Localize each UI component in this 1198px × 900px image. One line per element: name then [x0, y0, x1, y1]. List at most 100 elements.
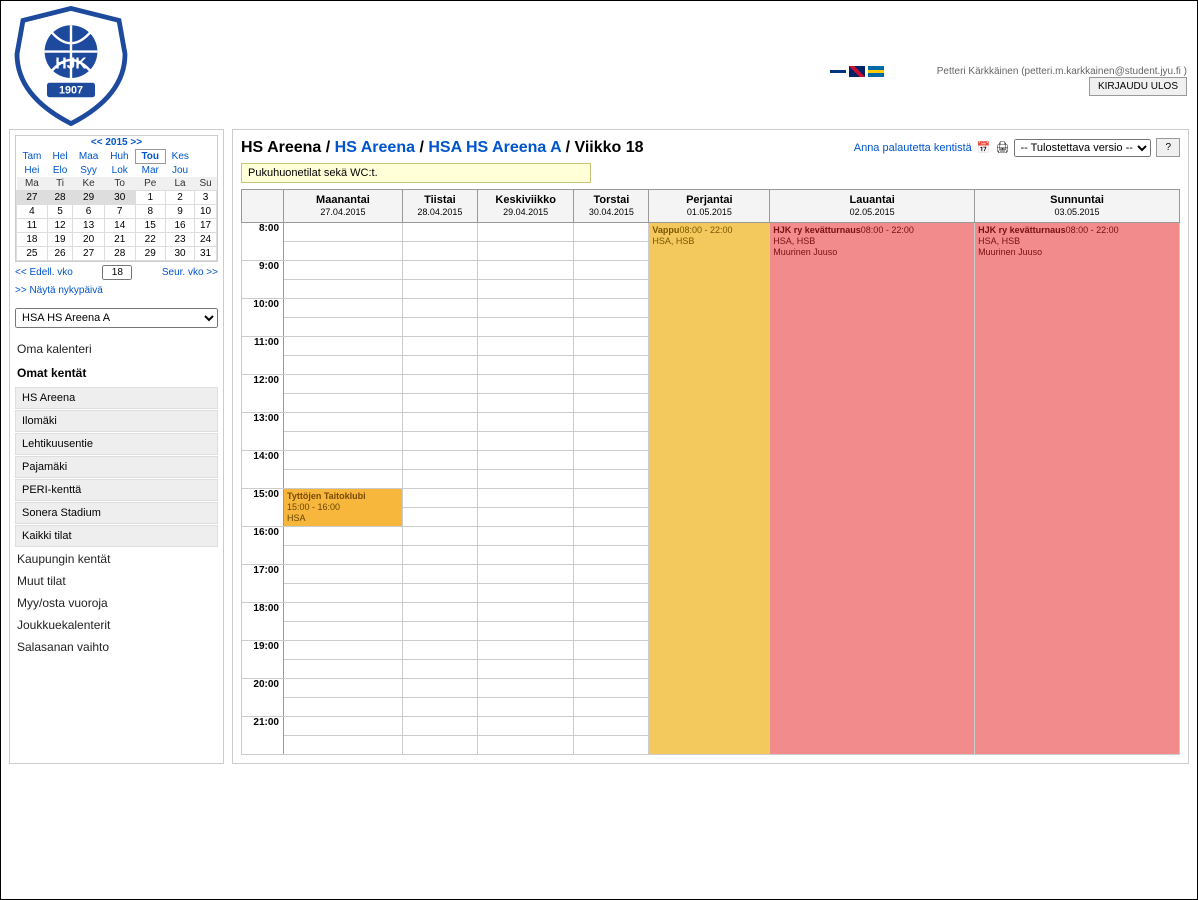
- cal-day[interactable]: 31: [195, 247, 217, 261]
- calendar-slot[interactable]: [402, 470, 477, 489]
- sidebar-field-item[interactable]: HS Areena: [15, 387, 218, 409]
- calendar-slot[interactable]: [477, 356, 574, 375]
- calendar-slot[interactable]: [402, 717, 477, 736]
- calendar-slot[interactable]: [477, 375, 574, 394]
- print-version-select[interactable]: -- Tulostettava versio --: [1014, 139, 1151, 157]
- calendar-slot[interactable]: [574, 413, 649, 432]
- month-link[interactable]: Tam: [22, 151, 41, 162]
- calendar-slot[interactable]: [402, 565, 477, 584]
- calendar-slot[interactable]: [284, 356, 403, 375]
- cal-day[interactable]: 11: [17, 219, 48, 233]
- nav-own-calendar[interactable]: Oma kalenteri: [15, 338, 218, 360]
- calendar-slot[interactable]: [284, 717, 403, 736]
- calendar-slot[interactable]: [402, 394, 477, 413]
- calendar-slot[interactable]: [574, 261, 649, 280]
- calendar-slot[interactable]: [402, 679, 477, 698]
- cal-day[interactable]: 7: [104, 205, 135, 219]
- month-link[interactable]: Huh: [110, 151, 128, 162]
- calendar-slot[interactable]: [284, 242, 403, 261]
- sidebar-nav-item[interactable]: Salasanan vaihto: [15, 636, 218, 658]
- calendar-slot[interactable]: [284, 299, 403, 318]
- calendar-slot[interactable]: [477, 698, 574, 717]
- sidebar-field-item[interactable]: Kaikki tilat: [15, 525, 218, 547]
- calendar-icon[interactable]: 📅: [977, 141, 991, 154]
- calendar-slot[interactable]: [402, 318, 477, 337]
- cal-day[interactable]: 3: [195, 191, 217, 205]
- breadcrumb-link[interactable]: HS Areena: [335, 139, 415, 156]
- calendar-slot[interactable]: [402, 508, 477, 527]
- calendar-slot[interactable]: [574, 508, 649, 527]
- calendar-slot[interactable]: [284, 280, 403, 299]
- calendar-slot[interactable]: [284, 736, 403, 755]
- calendar-slot[interactable]: [402, 261, 477, 280]
- cal-day[interactable]: 5: [47, 205, 73, 219]
- prev-week-link[interactable]: << Edell. vko: [15, 267, 73, 278]
- cal-day[interactable]: 30: [165, 247, 194, 261]
- cal-day[interactable]: 26: [47, 247, 73, 261]
- calendar-slot[interactable]: [477, 717, 574, 736]
- calendar-slot[interactable]: [574, 432, 649, 451]
- show-today-link[interactable]: >> Näytä nykypäivä: [15, 283, 218, 298]
- calendar-slot[interactable]: [402, 736, 477, 755]
- calendar-slot[interactable]: [284, 584, 403, 603]
- cal-day[interactable]: 28: [104, 247, 135, 261]
- calendar-slot[interactable]: [284, 546, 403, 565]
- calendar-slot[interactable]: [574, 451, 649, 470]
- cal-day[interactable]: 13: [73, 219, 105, 233]
- calendar-slot[interactable]: [284, 337, 403, 356]
- calendar-slot[interactable]: [574, 223, 649, 242]
- calendar-slot[interactable]: [284, 565, 403, 584]
- calendar-slot[interactable]: [574, 375, 649, 394]
- calendar-slot[interactable]: [477, 242, 574, 261]
- week-number-input[interactable]: [102, 265, 132, 280]
- print-icon[interactable]: 🖨: [995, 141, 1009, 154]
- calendar-slot[interactable]: [402, 223, 477, 242]
- calendar-slot[interactable]: [402, 413, 477, 432]
- sidebar-nav-item[interactable]: Muut tilat: [15, 570, 218, 592]
- calendar-slot[interactable]: [477, 413, 574, 432]
- calendar-slot[interactable]: [284, 413, 403, 432]
- cal-day[interactable]: 10: [195, 205, 217, 219]
- month-link[interactable]: Maa: [79, 151, 98, 162]
- calendar-slot[interactable]: [284, 432, 403, 451]
- calendar-slot[interactable]: [284, 641, 403, 660]
- calendar-slot[interactable]: [574, 470, 649, 489]
- year-selector[interactable]: << 2015 >>: [17, 136, 217, 150]
- calendar-slot[interactable]: [477, 584, 574, 603]
- calendar-slot[interactable]: [477, 565, 574, 584]
- calendar-slot[interactable]: [477, 280, 574, 299]
- flag-finland-icon[interactable]: [830, 66, 846, 77]
- calendar-slot[interactable]: [574, 584, 649, 603]
- calendar-slot[interactable]: [574, 660, 649, 679]
- calendar-slot[interactable]: [574, 603, 649, 622]
- month-link[interactable]: Hel: [53, 151, 68, 162]
- event-sun[interactable]: HJK ry kevätturnaus08:00 - 22:00HSA, HSB…: [975, 223, 1180, 755]
- calendar-slot[interactable]: [284, 527, 403, 546]
- cal-day[interactable]: 21: [104, 233, 135, 247]
- calendar-slot[interactable]: [574, 356, 649, 375]
- calendar-slot[interactable]: [477, 622, 574, 641]
- sidebar-nav-item[interactable]: Joukkuekalenterit: [15, 614, 218, 636]
- calendar-slot[interactable]: [477, 546, 574, 565]
- event-sat[interactable]: HJK ry kevätturnaus08:00 - 22:00HSA, HSB…: [770, 223, 975, 755]
- calendar-slot[interactable]: [574, 337, 649, 356]
- cal-day[interactable]: 16: [165, 219, 194, 233]
- calendar-slot[interactable]: [284, 375, 403, 394]
- calendar-slot[interactable]: [477, 470, 574, 489]
- cal-day[interactable]: 17: [195, 219, 217, 233]
- field-dropdown[interactable]: HSA HS Areena A: [15, 308, 218, 328]
- calendar-slot[interactable]: [284, 698, 403, 717]
- calendar-slot[interactable]: [477, 318, 574, 337]
- cal-day[interactable]: 18: [17, 233, 48, 247]
- cal-day[interactable]: 23: [165, 233, 194, 247]
- calendar-slot[interactable]: [402, 280, 477, 299]
- calendar-slot[interactable]: [477, 736, 574, 755]
- calendar-slot[interactable]: [402, 698, 477, 717]
- calendar-slot[interactable]: [574, 394, 649, 413]
- calendar-slot[interactable]: [477, 641, 574, 660]
- flag-sweden-icon[interactable]: [868, 66, 884, 77]
- calendar-slot[interactable]: [402, 641, 477, 660]
- calendar-slot[interactable]: [574, 641, 649, 660]
- month-link[interactable]: Lok: [112, 165, 128, 176]
- calendar-slot[interactable]: [477, 489, 574, 508]
